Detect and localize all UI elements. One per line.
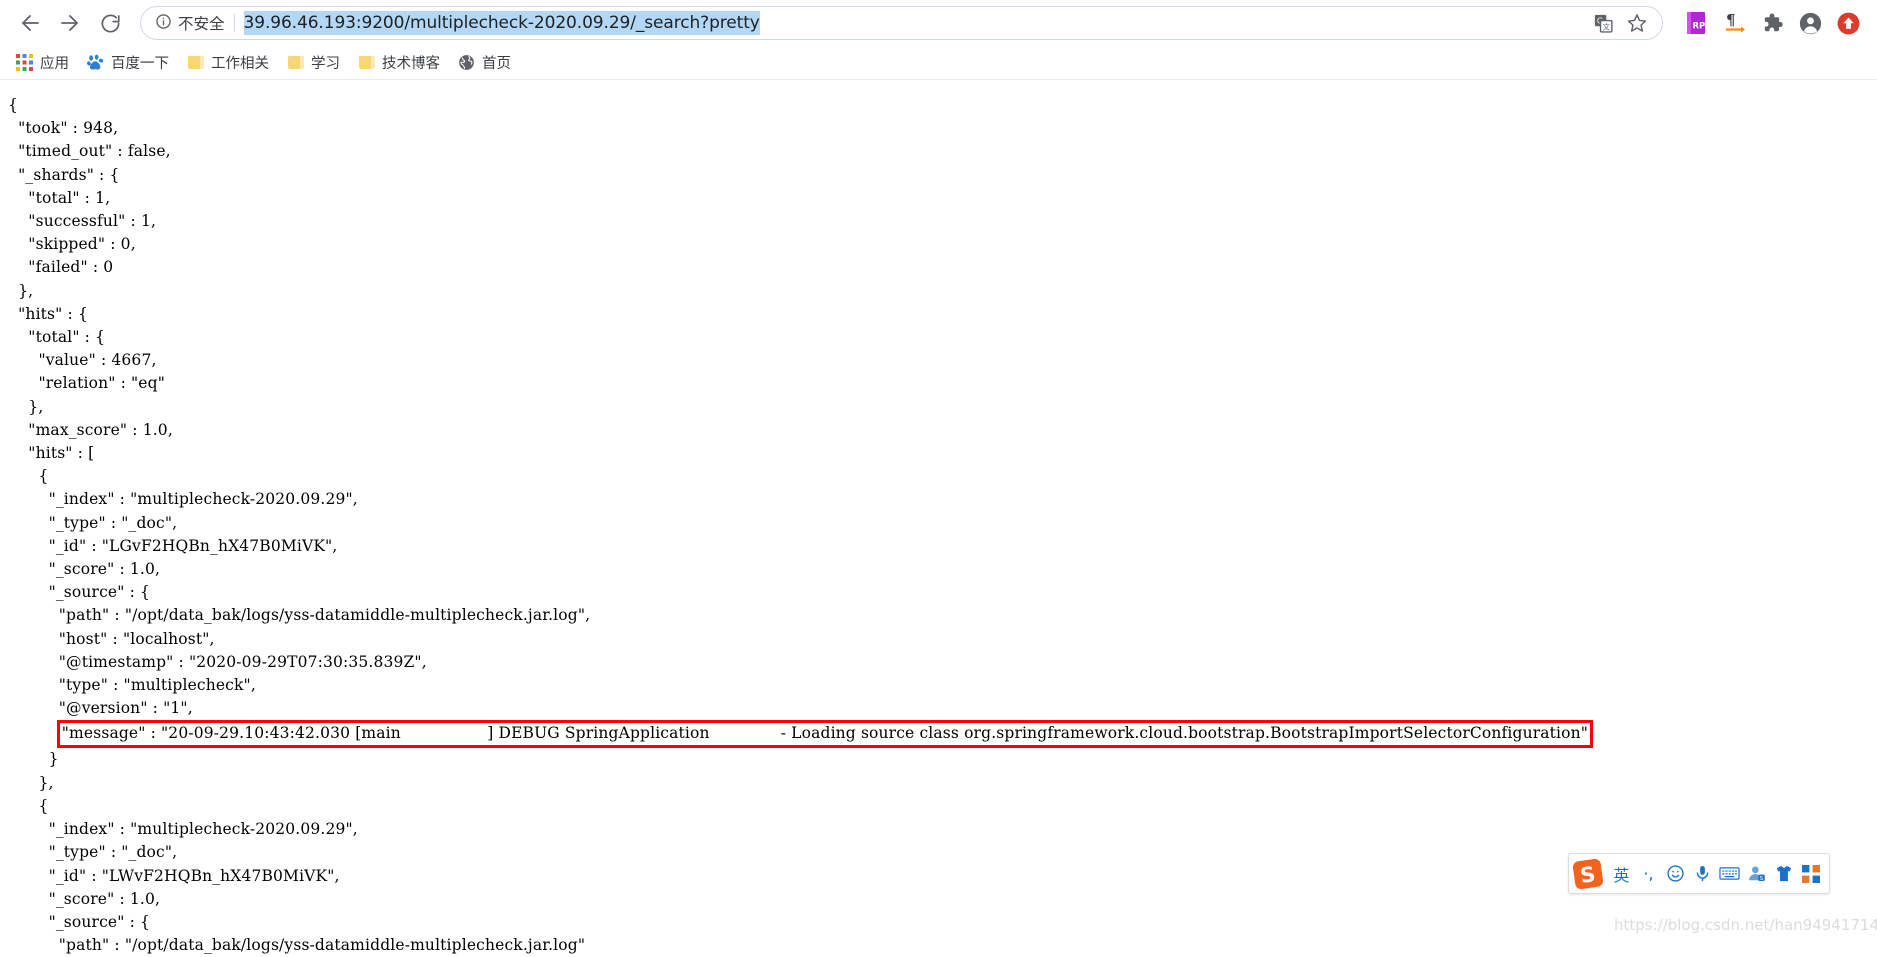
page-content: { "took" : 948, "timed_out" : false, "_s…: [0, 80, 1877, 957]
ime-mode-english[interactable]: 英: [1608, 857, 1635, 891]
bookmark-label: 百度一下: [111, 56, 169, 72]
bookmark-label: 学习: [311, 56, 340, 72]
svg-text:¶: ¶: [1726, 11, 1736, 29]
url-input[interactable]: 39.96.46.193:9200/multiplecheck-2020.09.…: [243, 11, 760, 35]
bookmark-label: 首页: [482, 56, 511, 72]
back-button[interactable]: [10, 3, 50, 43]
ime-skin-icon[interactable]: [1770, 857, 1797, 891]
bookmark-baidu[interactable]: 百度一下: [79, 50, 177, 76]
svg-text:文: 文: [1602, 21, 1610, 31]
highlighted-message-line: "message" : "20-09-29.10:43:42.030 [main…: [56, 720, 1594, 749]
forward-button[interactable]: [50, 3, 90, 43]
puzzle-extensions-icon[interactable]: [1753, 4, 1791, 42]
bookmark-label: 应用: [40, 56, 69, 72]
message-indent: [8, 724, 59, 742]
bookmark-folder-study[interactable]: 学习: [279, 50, 348, 76]
svg-text:RP: RP: [1693, 22, 1706, 32]
bookmark-folder-work[interactable]: 工作相关: [179, 50, 277, 76]
bookmark-apps[interactable]: 应用: [8, 50, 77, 76]
address-bar[interactable]: 不安全 39.96.46.193:9200/multiplecheck-2020…: [140, 6, 1663, 40]
baidu-paw-icon: [87, 54, 104, 71]
sogou-logo-icon[interactable]: S: [1571, 857, 1605, 891]
ime-emoji-icon[interactable]: [1662, 857, 1689, 891]
omnibox-divider: [233, 14, 235, 32]
watermark-text: https://blog.csdn.net/han949417140: [1614, 916, 1877, 934]
update-menu-icon[interactable]: [1829, 4, 1867, 42]
bookmark-star-icon[interactable]: [1622, 8, 1652, 38]
folder-icon: [187, 54, 204, 71]
json-head: { "took" : 948, "timed_out" : false, "_s…: [8, 96, 591, 718]
profile-avatar-icon[interactable]: [1791, 4, 1829, 42]
folder-icon: [287, 54, 304, 71]
globe-icon: [458, 54, 475, 71]
extensions-area: RP ¶: [1677, 4, 1867, 42]
axure-rp-extension-icon[interactable]: RP: [1677, 4, 1715, 42]
site-info-button[interactable]: 不安全: [155, 12, 225, 34]
browser-navigation-bar: 不安全 39.96.46.193:9200/multiplecheck-2020…: [0, 0, 1877, 46]
bookmark-folder-tech-blog[interactable]: 技术博客: [350, 50, 448, 76]
bookmark-label: 工作相关: [211, 56, 269, 72]
security-status-label: 不安全: [178, 15, 225, 33]
elasticsearch-json-response: { "took" : 948, "timed_out" : false, "_s…: [8, 94, 1877, 957]
info-circle-icon: [155, 13, 172, 34]
apps-grid-icon: [16, 54, 33, 71]
svg-text:S: S: [1760, 876, 1764, 882]
translate-icon[interactable]: G 文: [1588, 8, 1618, 38]
ime-punctuation[interactable]: ·,: [1635, 857, 1662, 891]
reload-button[interactable]: [90, 3, 130, 43]
json-tail: } }, { "_index" : "multiplecheck-2020.09…: [38, 750, 586, 955]
bookmark-homepage[interactable]: 首页: [450, 50, 519, 76]
ime-account-icon[interactable]: S: [1743, 857, 1770, 891]
browser-chrome: 不安全 39.96.46.193:9200/multiplecheck-2020…: [0, 0, 1877, 80]
pilcrow-extension-icon[interactable]: ¶: [1715, 4, 1753, 42]
folder-icon: [358, 54, 375, 71]
bookmark-label: 技术博客: [382, 56, 440, 72]
bookmarks-bar: 应用 百度一下 工作相关 学习 技术博客 首页: [0, 46, 1877, 80]
ime-voice-input-icon[interactable]: [1689, 857, 1716, 891]
ime-toolbox-icon[interactable]: [1797, 857, 1824, 891]
sogou-ime-toolbar[interactable]: S 英 ·, S: [1568, 853, 1830, 894]
ime-soft-keyboard-icon[interactable]: [1716, 857, 1743, 891]
